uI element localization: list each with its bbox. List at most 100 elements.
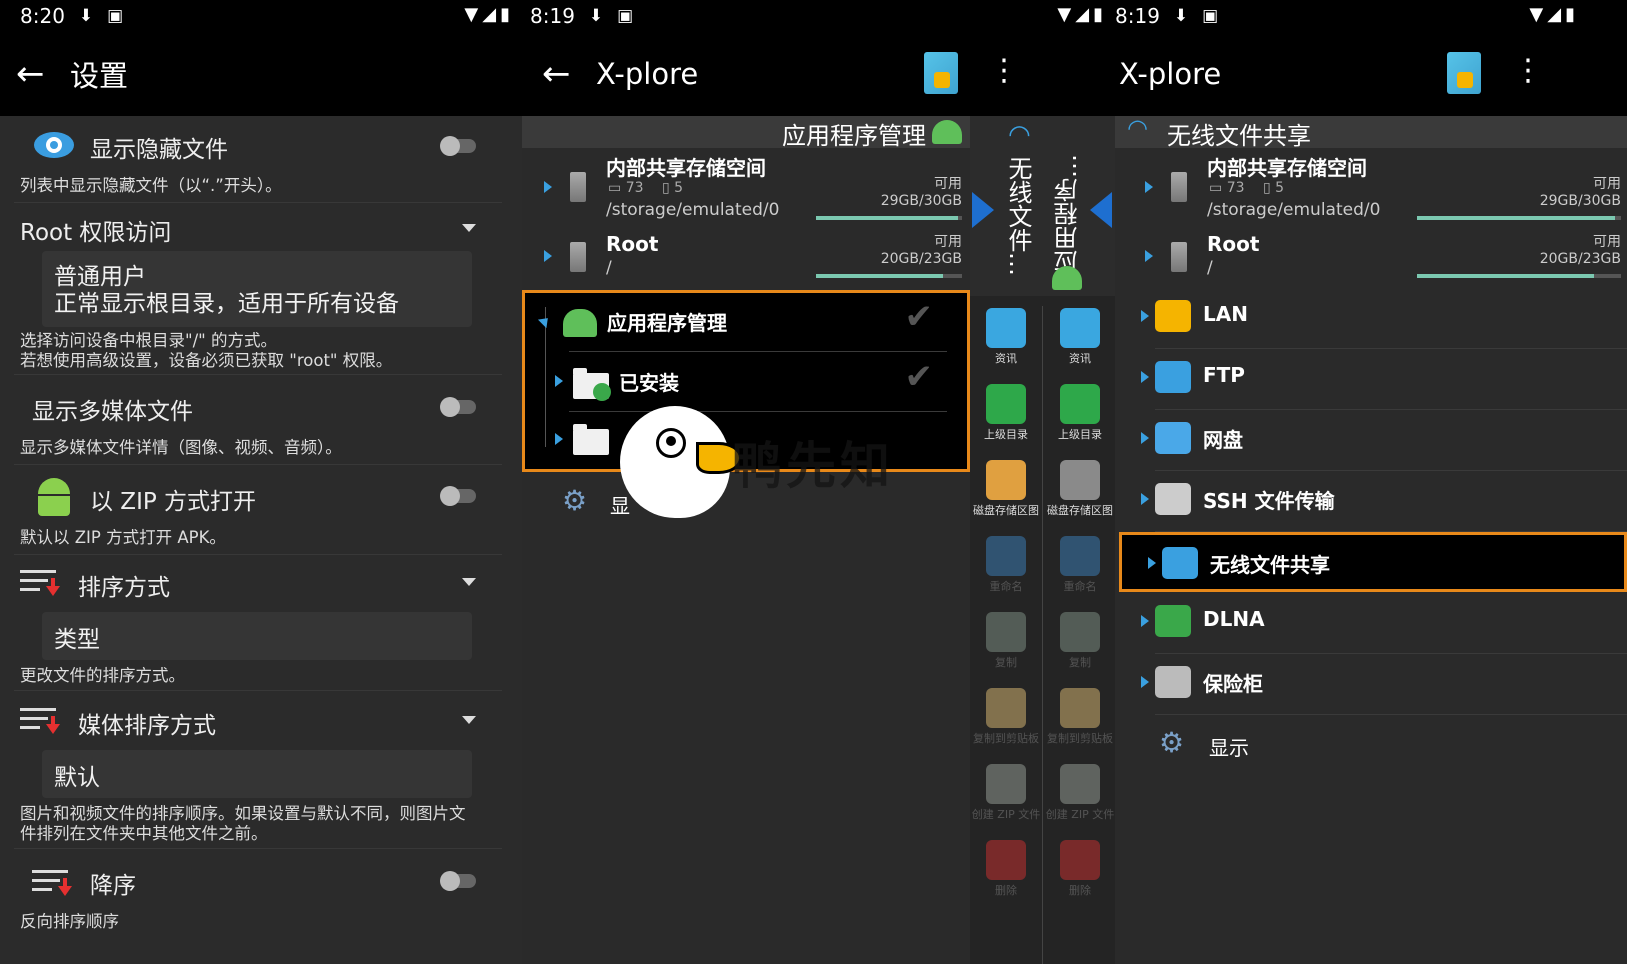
storage-internal[interactable]: 内部共享存储空间 ▭ 73 ▯ 5 /storage/emulated/0 可用… bbox=[1115, 150, 1627, 228]
setting-show-hidden[interactable]: 显示隐藏文件 列表中显示隐藏文件（以“.”开头）。 bbox=[0, 124, 522, 202]
tool-button[interactable]: 资讯 bbox=[970, 306, 1042, 378]
expand-arrow-icon[interactable] bbox=[1141, 493, 1149, 505]
phone-storage-icon bbox=[570, 172, 586, 202]
tool-button[interactable]: 磁盘存储区图 bbox=[970, 458, 1042, 530]
avail-label: 可用 bbox=[934, 176, 962, 192]
tool-button[interactable]: 上级目录 bbox=[970, 382, 1042, 454]
app-logo-icon[interactable] bbox=[924, 52, 958, 94]
gear-icon: ⚙ bbox=[562, 484, 588, 517]
setting-sort[interactable]: 排序方式 类型 更改文件的排序方式。 bbox=[0, 560, 522, 685]
network-item[interactable]: 无线文件共享 bbox=[1119, 532, 1627, 592]
sort-select[interactable]: 类型 bbox=[42, 612, 472, 660]
storage-internal[interactable]: 内部共享存储空间 ▭ 73 ▯ 5 /storage/emulated/0 可用… bbox=[522, 150, 970, 228]
item-label: 已安装 bbox=[619, 371, 679, 395]
tool-button[interactable]: 复制到剪贴板 bbox=[970, 686, 1042, 758]
tool-label: 复制到剪贴板 bbox=[973, 732, 1039, 745]
sort-icon bbox=[20, 706, 60, 734]
storage-root[interactable]: Root / 可用 20GB/23GB bbox=[1115, 230, 1627, 284]
tool-button[interactable]: 重命名 bbox=[970, 534, 1042, 606]
dropdown-caret-icon[interactable] bbox=[462, 224, 476, 232]
settings-entry[interactable]: ⚙ 显 bbox=[562, 484, 630, 524]
expand-arrow-icon[interactable] bbox=[1145, 181, 1153, 193]
duck-mascot-watermark bbox=[620, 406, 742, 518]
show-media-toggle[interactable] bbox=[440, 397, 476, 417]
expand-arrow-icon[interactable] bbox=[555, 433, 563, 445]
expand-arrow-icon[interactable] bbox=[555, 375, 563, 387]
display-entry[interactable]: ⚙ 显示 bbox=[1159, 726, 1359, 766]
expand-arrow-icon[interactable] bbox=[1141, 310, 1149, 322]
tool-button[interactable]: 复制 bbox=[970, 610, 1042, 682]
overflow-menu-icon[interactable]: ⋮ bbox=[989, 56, 1019, 86]
usage-fill bbox=[1417, 274, 1595, 278]
setting-desc: 若想使用高级设置，设备必须已获取 "root" 权限。 bbox=[20, 351, 393, 370]
setting-title: 媒体排序方式 bbox=[78, 713, 216, 739]
setting-show-media[interactable]: 显示多媒体文件 显示多媒体文件详情（图像、视频、音频）。 bbox=[0, 384, 522, 460]
network-item-label: 网盘 bbox=[1203, 428, 1243, 452]
tool-button[interactable]: 磁盘存储区图 bbox=[1044, 458, 1115, 530]
expand-arrow-icon[interactable] bbox=[544, 250, 552, 262]
network-item[interactable]: FTP bbox=[1115, 349, 1627, 410]
expand-arrow-icon[interactable] bbox=[1141, 432, 1149, 444]
tool-label: 复制 bbox=[995, 656, 1017, 669]
tool-icon bbox=[1060, 764, 1100, 804]
tool-button[interactable]: 删除 bbox=[970, 838, 1042, 910]
tool-label: 重命名 bbox=[989, 580, 1023, 593]
collapse-arrow-icon[interactable] bbox=[537, 313, 553, 329]
back-arrow-icon[interactable]: ← bbox=[16, 54, 60, 94]
media-sort-select[interactable]: 默认 bbox=[42, 750, 472, 798]
expand-arrow-icon[interactable] bbox=[1148, 557, 1156, 569]
app-logo-icon[interactable] bbox=[1447, 52, 1481, 94]
expand-arrow-icon[interactable] bbox=[1141, 615, 1149, 627]
tool-label: 复制 bbox=[1069, 656, 1091, 669]
setting-descending[interactable]: 降序 反向排序顺序 bbox=[0, 858, 522, 964]
overflow-menu-icon[interactable]: ⋮ bbox=[1513, 56, 1543, 86]
android-icon bbox=[1052, 266, 1082, 290]
status-bar: 8:19 ⬇ ▣ ▼◢▮ bbox=[1115, 0, 1627, 32]
dropdown-caret-icon[interactable] bbox=[462, 578, 476, 586]
usage-fill bbox=[816, 274, 944, 278]
network-item[interactable]: DLNA bbox=[1115, 593, 1627, 654]
signal-battery-icon: ▼◢▮ bbox=[1057, 4, 1107, 25]
tool-button[interactable]: 创建 ZIP 文件 bbox=[1044, 762, 1115, 834]
pane-switcher[interactable]: ◠ 无线文件… 应用程序… bbox=[970, 116, 1115, 296]
dropdown-caret-icon[interactable] bbox=[462, 716, 476, 724]
expand-arrow-icon[interactable] bbox=[544, 181, 552, 193]
tool-button[interactable]: 资讯 bbox=[1044, 306, 1115, 378]
descending-toggle[interactable] bbox=[440, 871, 476, 891]
avail-label: 可用 bbox=[1593, 176, 1621, 192]
network-item[interactable]: 网盘 bbox=[1115, 410, 1627, 471]
network-item[interactable]: 保险柜 bbox=[1115, 654, 1627, 715]
network-item-label: LAN bbox=[1203, 302, 1248, 326]
network-item[interactable]: LAN bbox=[1115, 288, 1627, 349]
setting-media-sort[interactable]: 媒体排序方式 默认 图片和视频文件的排序顺序。如果设置与默认不同，则图片文 件排… bbox=[0, 698, 522, 843]
tool-button[interactable]: 复制 bbox=[1044, 610, 1115, 682]
notification-icon: ▣ bbox=[107, 6, 124, 26]
tree-item-installed[interactable]: 已安装 ✔ bbox=[525, 353, 967, 411]
tool-icon bbox=[986, 308, 1026, 348]
xplore-app-manager-panel: 8:19 ⬇ ▣ ▼◢▮ ← X-plore ⋮ 应用程序管理 内部共享存储空间… bbox=[522, 0, 1115, 964]
tree-item-app-manager[interactable]: 应用程序管理 ✔ bbox=[525, 293, 967, 351]
check-icon[interactable]: ✔ bbox=[905, 297, 934, 337]
open-zip-toggle[interactable] bbox=[440, 486, 476, 506]
tool-button[interactable]: 创建 ZIP 文件 bbox=[970, 762, 1042, 834]
xplore-wifi-panel: 8:19 ⬇ ▣ ▼◢▮ ← X-plore ⋮ ◠ 无线文件共享 内部共享存储… bbox=[1115, 0, 1627, 964]
tool-label: 磁盘存储区图 bbox=[1047, 504, 1113, 517]
setting-root-access[interactable]: Root 权限访问 普通用户 正常显示根目录，适用于所有设备 选择访问设备中根目… bbox=[0, 205, 522, 370]
expand-arrow-icon[interactable] bbox=[1141, 371, 1149, 383]
expand-arrow-icon[interactable] bbox=[1145, 250, 1153, 262]
tool-button[interactable]: 复制到剪贴板 bbox=[1044, 686, 1115, 758]
root-access-select[interactable]: 普通用户 正常显示根目录，适用于所有设备 bbox=[42, 251, 472, 327]
show-hidden-toggle[interactable] bbox=[440, 136, 476, 156]
tool-button[interactable]: 重命名 bbox=[1044, 534, 1115, 606]
back-arrow-icon[interactable]: ← bbox=[542, 54, 586, 94]
network-item[interactable]: SSH 文件传输 bbox=[1115, 471, 1627, 532]
network-item-label: FTP bbox=[1203, 363, 1245, 387]
expand-arrow-icon[interactable] bbox=[1141, 676, 1149, 688]
storage-root[interactable]: Root / 可用 20GB/23GB bbox=[522, 230, 970, 284]
setting-open-zip[interactable]: 以 ZIP 方式打开 默认以 ZIP 方式打开 APK。 bbox=[0, 470, 522, 550]
file-count: ▯ 5 bbox=[662, 180, 684, 196]
tool-button[interactable]: 删除 bbox=[1044, 838, 1115, 910]
check-icon[interactable]: ✔ bbox=[905, 357, 934, 397]
toolbar-strip: ◠ 无线文件… 应用程序… 资讯 上级目录 磁盘存储区图 重命名 复制 复制到剪贴板 创建 … bbox=[970, 116, 1115, 964]
tool-button[interactable]: 上级目录 bbox=[1044, 382, 1115, 454]
